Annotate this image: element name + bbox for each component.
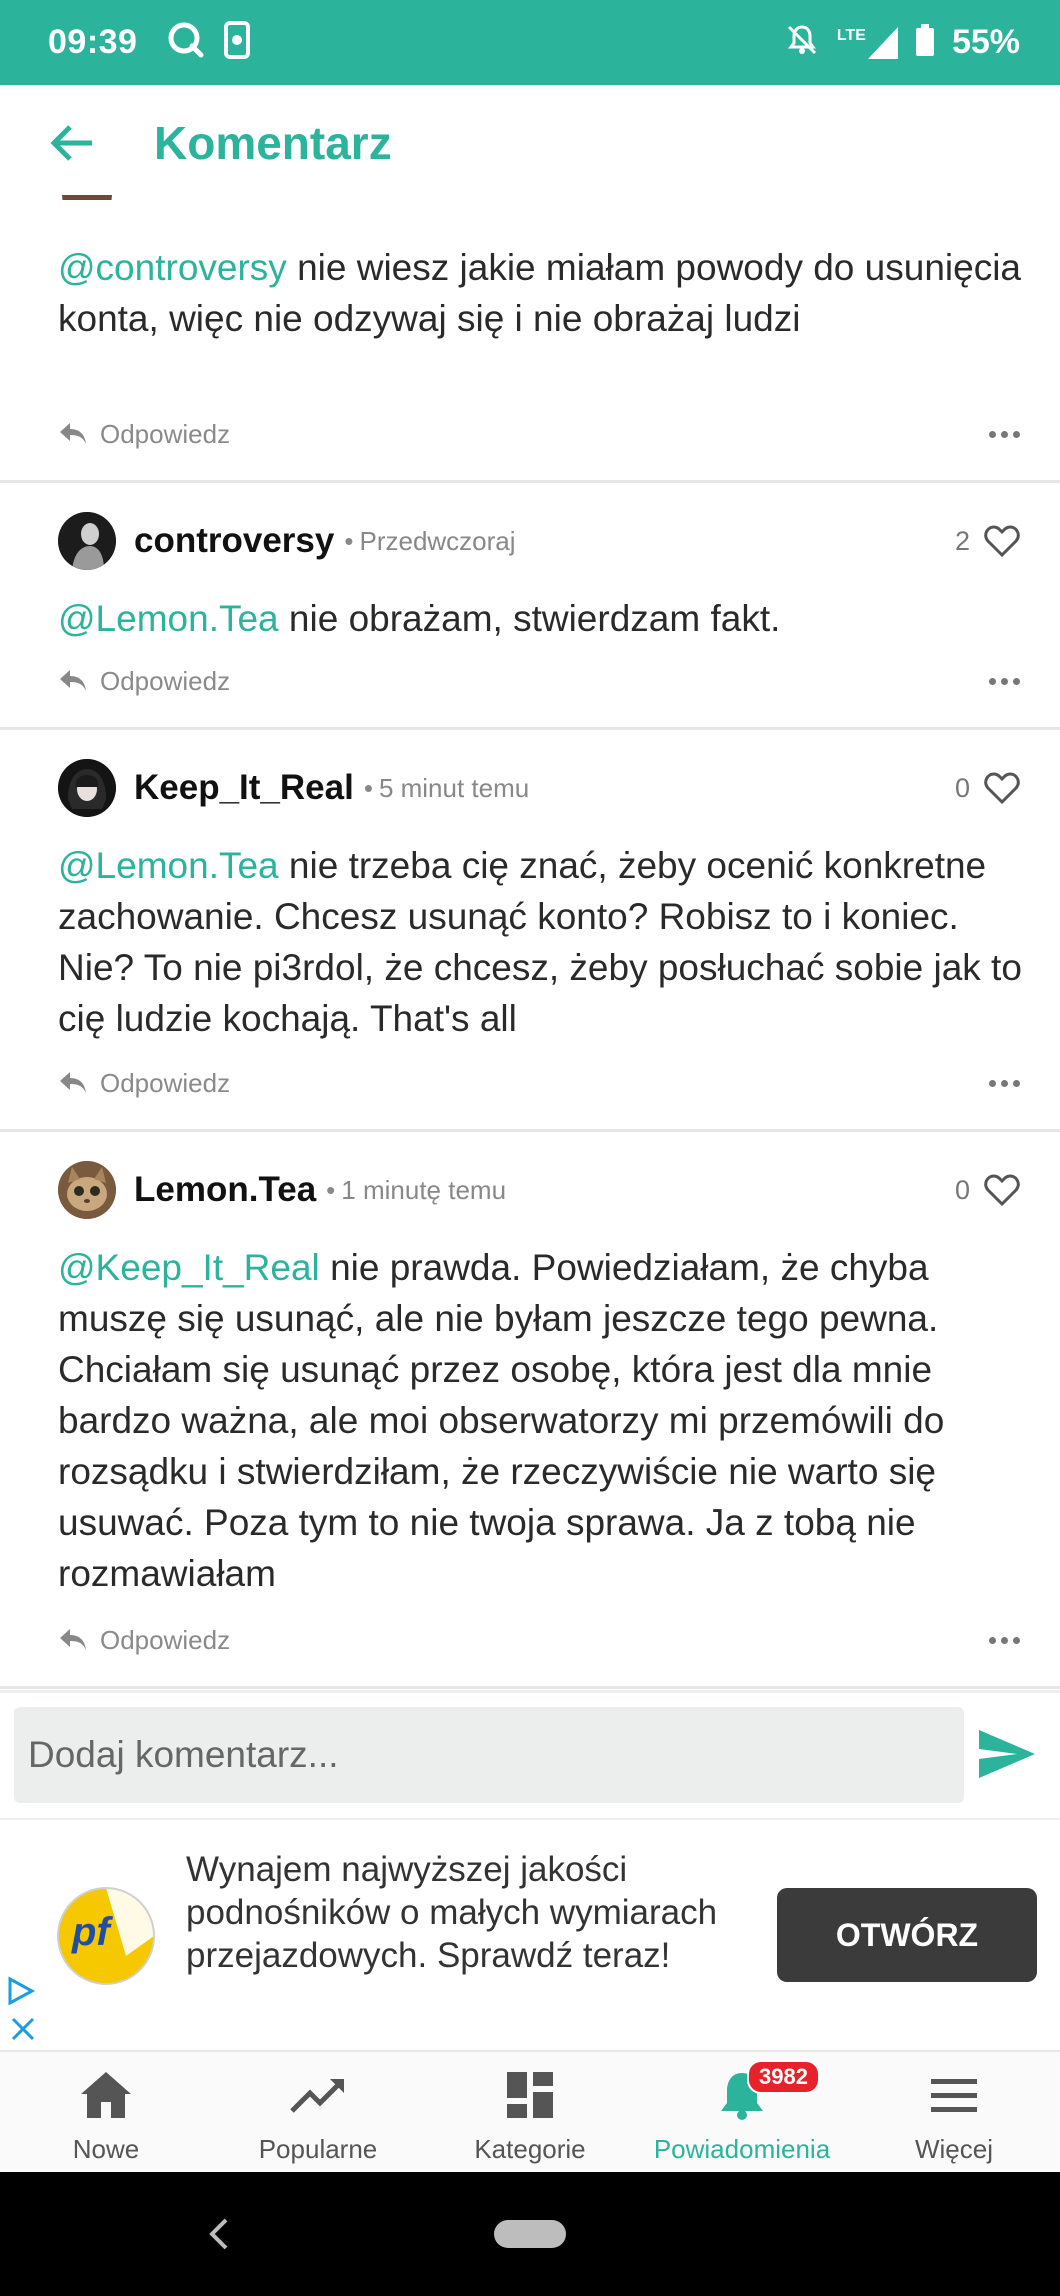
comment-text: @Lemon.Tea nie trzeba cię znać, żeby oce… — [58, 840, 1022, 1044]
mention-link[interactable]: @controversy — [58, 247, 287, 288]
ad-text: Wynajem najwyższej jakości podnośników o… — [186, 1850, 718, 1975]
nav-label: Nowe — [72, 2134, 140, 2164]
nav-item-new[interactable]: Nowe — [0, 2052, 212, 2174]
like-count: 2 — [954, 525, 970, 556]
comment-time: 1 minutę temu — [341, 1174, 507, 1205]
system-nav-bar — [0, 2172, 1060, 2296]
heart-icon — [984, 772, 1020, 804]
notification-badge: 3982 — [747, 2060, 820, 2094]
nav-item-popular[interactable]: Popularne — [212, 2052, 424, 2174]
back-button[interactable] — [32, 103, 112, 183]
ad-open-button[interactable]: OTWÓRZ — [777, 1888, 1037, 1982]
more-options-icon[interactable] — [989, 670, 1020, 693]
reply-button[interactable]: Odpowiedz — [58, 666, 230, 697]
nav-label: Kategorie — [474, 2134, 586, 2164]
more-options-icon[interactable] — [989, 423, 1020, 446]
trending-icon — [290, 2066, 346, 2124]
arrow-left-icon — [50, 124, 92, 161]
reply-label: Odpowiedz — [100, 1067, 231, 1098]
comment-author[interactable]: Lemon.Tea — [134, 1170, 316, 1210]
nav-label: Popularne — [258, 2134, 378, 2164]
battery-icon — [915, 24, 934, 61]
comment-item: Keep_It_Real • 5 minut temu 0 @Lemon.Tea… — [0, 730, 1060, 1132]
comment-body: nie prawda. Powiedziałam, że chyba muszę… — [58, 1247, 945, 1594]
menu-icon — [929, 2066, 979, 2124]
reply-label: Odpowiedz — [100, 418, 231, 449]
reply-label: Odpowiedz — [100, 1624, 231, 1655]
like-count: 0 — [954, 1174, 970, 1205]
comment-time: Przedwczoraj — [359, 525, 516, 556]
like-button[interactable]: 0 — [955, 772, 1020, 804]
ad-banner[interactable]: pf Wynajem najwyższej jakości podnośnikó… — [0, 1818, 1060, 2050]
system-back-icon[interactable] — [200, 2212, 240, 2256]
ad-choices-icon[interactable] — [6, 1976, 36, 2006]
avatar[interactable] — [58, 512, 116, 570]
comment-text: @Lemon.Tea nie obrażam, stwierdzam fakt. — [58, 593, 1022, 644]
mention-link[interactable]: @Lemon.Tea — [58, 845, 279, 886]
heart-icon — [984, 1174, 1020, 1206]
like-button[interactable]: 2 — [955, 525, 1020, 557]
comment-text: @Keep_It_Real nie prawda. Powiedziałam, … — [58, 1242, 1022, 1599]
nav-item-notifications[interactable]: 3982 Powiadomienia — [636, 2052, 848, 2174]
ad-logo: pf — [56, 1886, 156, 1986]
mention-link[interactable]: @Lemon.Tea — [58, 598, 279, 639]
send-icon — [979, 1730, 1035, 1778]
comment-item: @controversy nie wiesz jakie miałam powo… — [0, 200, 1060, 483]
comment-time: 5 minut temu — [378, 772, 530, 803]
signal-icon: LTE — [836, 26, 898, 59]
nav-label: Powiadomienia — [653, 2134, 831, 2164]
comment-author[interactable]: Keep_It_Real — [134, 768, 354, 808]
bottom-nav: Nowe Popularne Kategorie 3982 Powiadomie… — [0, 2050, 1060, 2174]
app-header: Komentarz — [0, 85, 1060, 200]
home-icon — [79, 2066, 133, 2124]
reply-button[interactable]: Odpowiedz — [58, 1068, 230, 1099]
status-time: 09:39 — [48, 23, 138, 61]
comment-author[interactable]: controversy — [134, 521, 334, 561]
send-button[interactable] — [972, 1719, 1042, 1789]
separator-dot: • — [363, 772, 373, 803]
reply-icon — [60, 1072, 86, 1093]
bell-icon: 3982 — [719, 2060, 820, 2124]
battery-percent: 55% — [951, 23, 1020, 61]
comment-body: nie obrażam, stwierdzam fakt. — [278, 598, 781, 639]
avatar[interactable] — [58, 759, 116, 817]
status-bar: 09:39 LTE 55% — [0, 0, 1060, 85]
more-options-icon[interactable] — [989, 1072, 1020, 1095]
nav-item-more[interactable]: Więcej — [848, 2052, 1060, 2174]
comment-input[interactable] — [14, 1707, 964, 1803]
page-title: Komentarz — [154, 116, 392, 169]
separator-dot: • — [326, 1174, 336, 1205]
search-status-icon — [167, 21, 205, 64]
heart-icon — [984, 525, 1020, 557]
comment-text: @controversy nie wiesz jakie miałam powo… — [58, 242, 1022, 344]
comment-item: controversy • Przedwczoraj 2 @Lemon.Tea … — [0, 483, 1060, 730]
nav-label: Więcej — [914, 2134, 993, 2164]
network-type: LTE — [836, 26, 866, 44]
mention-link[interactable]: @Keep_It_Real — [58, 1247, 320, 1288]
reply-icon — [60, 423, 86, 444]
like-count: 0 — [954, 772, 970, 803]
comment-item: Lemon.Tea • 1 minutę temu 0 @Keep_It_Rea… — [0, 1132, 1060, 1689]
close-icon[interactable] — [8, 2014, 38, 2044]
ad-logo-text: pf — [72, 1910, 110, 1954]
separator-dot: • — [344, 525, 354, 556]
reply-icon — [60, 670, 86, 691]
reply-label: Odpowiedz — [100, 665, 231, 696]
grid-icon — [505, 2066, 555, 2124]
phone-status-icon — [223, 21, 253, 64]
reply-button[interactable]: Odpowiedz — [58, 1625, 230, 1656]
reply-button[interactable]: Odpowiedz — [58, 419, 230, 450]
nav-item-categories[interactable]: Kategorie — [424, 2052, 636, 2174]
comment-input-bar — [0, 1690, 1060, 1818]
mute-icon — [785, 23, 819, 62]
more-options-icon[interactable] — [989, 1629, 1020, 1652]
like-button[interactable]: 0 — [955, 1174, 1020, 1206]
system-home-button[interactable] — [494, 2220, 566, 2248]
avatar[interactable] — [58, 1161, 116, 1219]
reply-icon — [60, 1629, 86, 1650]
